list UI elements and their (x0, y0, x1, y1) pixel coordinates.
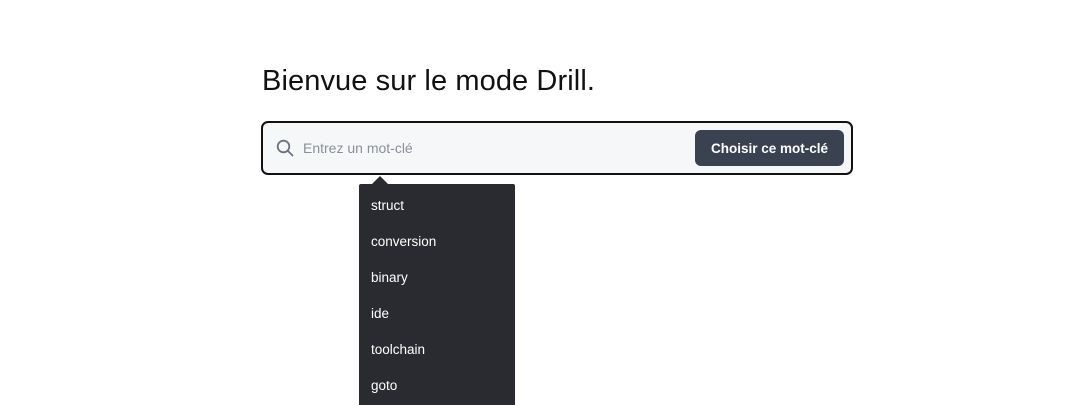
suggestion-item-ide[interactable]: ide (359, 296, 515, 332)
page-title: Bienvue sur le mode Drill. (262, 65, 596, 97)
keyword-input[interactable] (303, 136, 683, 160)
drill-page: Bienvue sur le mode Drill. Choisir ce mo… (0, 0, 1081, 405)
suggestion-item-toolchain[interactable]: toolchain (359, 332, 515, 368)
dropdown-pointer (372, 176, 388, 184)
suggestion-item-struct[interactable]: struct (359, 188, 515, 224)
search-icon (276, 139, 294, 157)
keyword-suggestions-dropdown: struct conversion binary ide toolchain g… (359, 184, 515, 405)
suggestion-list: struct conversion binary ide toolchain g… (359, 184, 515, 404)
suggestion-item-binary[interactable]: binary (359, 260, 515, 296)
choose-keyword-button[interactable]: Choisir ce mot-clé (694, 130, 844, 166)
search-bar: Choisir ce mot-clé (261, 121, 853, 175)
suggestion-item-goto[interactable]: goto (359, 368, 515, 404)
suggestion-item-conversion[interactable]: conversion (359, 224, 515, 260)
